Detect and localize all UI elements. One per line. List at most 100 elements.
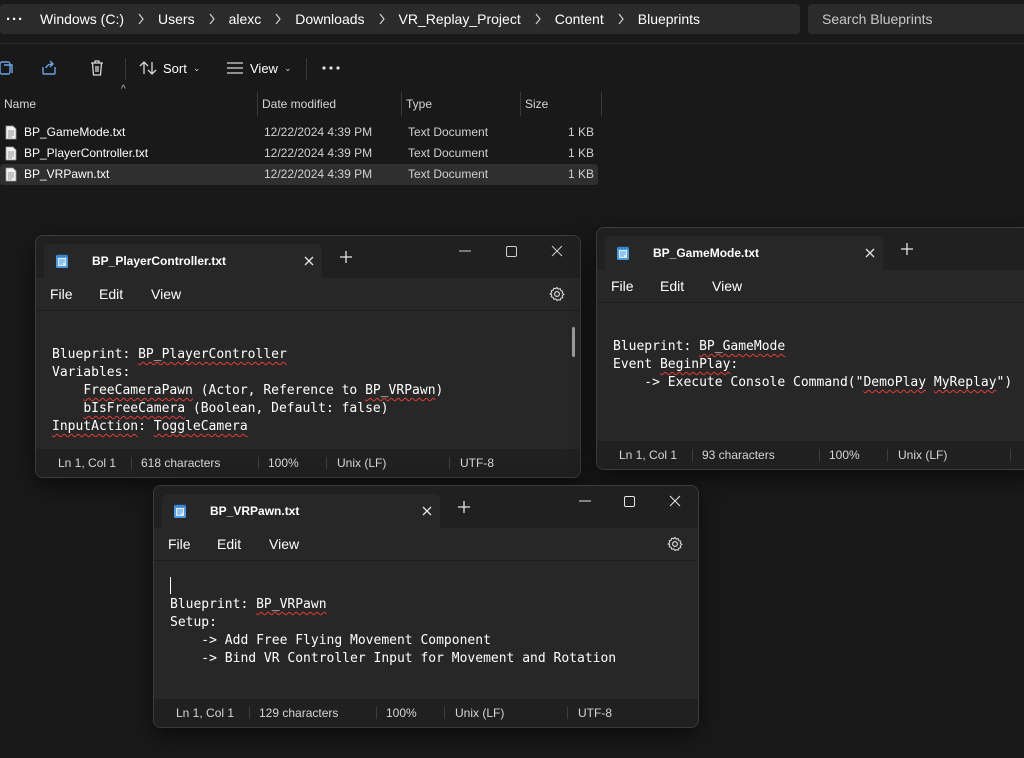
menu-file[interactable]: File	[50, 278, 73, 310]
status-bar: Ln 1, Col 1 618 characters 100% Unix (LF…	[36, 449, 580, 477]
editor-text: Blueprint: BP_PlayerController Variables:…	[52, 346, 443, 436]
new-tab-icon[interactable]	[900, 242, 916, 258]
file-size: 1 KB	[567, 167, 594, 181]
chevron-right-icon[interactable]	[375, 13, 389, 25]
close-icon[interactable]	[546, 242, 568, 260]
close-icon[interactable]	[664, 492, 686, 510]
view-icon	[227, 62, 243, 74]
file-name: BP_VRPawn.txt	[24, 167, 110, 181]
more-options-icon[interactable]	[316, 52, 346, 84]
status-divider	[449, 457, 450, 469]
sort-button[interactable]: Sort ⌄	[139, 52, 200, 84]
editor-line: -> Bind VR Controller Input for Movement…	[170, 651, 617, 666]
sort-icon	[139, 61, 157, 75]
status-divider	[887, 449, 888, 461]
breadcrumb-users[interactable]: Users	[148, 11, 205, 27]
column-size[interactable]: Size	[521, 92, 602, 116]
editor-line: InputAction: ToggleCamera	[52, 419, 248, 434]
file-row-selected[interactable]: BP_VRPawn.txt 12/22/2024 4:39 PM Text Do…	[0, 164, 598, 185]
tab-vrpawn[interactable]: BP_VRPawn.txt	[162, 494, 440, 528]
status-zoom[interactable]: 100%	[829, 441, 860, 469]
menu-view[interactable]: View	[151, 278, 181, 310]
breadcrumb-drive[interactable]: Windows (C:)	[30, 11, 134, 27]
maximize-icon[interactable]	[618, 492, 640, 510]
status-zoom[interactable]: 100%	[268, 449, 299, 477]
status-divider	[692, 449, 693, 461]
status-characters: 93 characters	[702, 448, 775, 462]
minimize-icon[interactable]	[574, 492, 596, 510]
status-zoom[interactable]: 100%	[386, 699, 417, 727]
menu-view[interactable]: View	[712, 270, 742, 302]
status-encoding[interactable]: UTF-8	[578, 699, 612, 727]
editor-line: Variables:	[52, 365, 131, 380]
status-line-ending[interactable]: Unix (LF)	[898, 441, 947, 469]
file-type: Text Document	[408, 146, 489, 160]
menu-edit[interactable]: Edit	[99, 278, 123, 310]
delete-icon[interactable]	[82, 52, 112, 84]
address-bar[interactable]: ··· Windows (C:) Users alexc Downloads V…	[0, 4, 800, 34]
status-position: Ln 1, Col 1	[619, 448, 678, 462]
breadcrumb-content[interactable]: Content	[545, 11, 614, 27]
chevron-right-icon[interactable]	[205, 13, 219, 25]
file-row[interactable]: BP_GameMode.txt 12/22/2024 4:39 PM Text …	[0, 122, 598, 143]
column-date-modified[interactable]: Date modified	[258, 92, 402, 116]
maximize-icon[interactable]	[500, 242, 522, 260]
file-date: 12/22/2024 4:39 PM	[264, 146, 373, 160]
chevron-right-icon[interactable]	[134, 13, 148, 25]
breadcrumb-user[interactable]: alexc	[219, 11, 272, 27]
breadcrumb-blueprints[interactable]: Blueprints	[628, 11, 710, 27]
notepad-icon	[54, 253, 70, 272]
breadcrumb-project[interactable]: VR_Replay_Project	[389, 11, 531, 27]
editor-line: Blueprint: BP_GameMode	[613, 339, 786, 354]
share-icon[interactable]	[34, 52, 64, 84]
title-bar[interactable]: BP_PlayerController.txt	[36, 236, 580, 278]
view-button[interactable]: View ⌄	[226, 52, 292, 84]
close-tab-icon[interactable]	[862, 245, 878, 261]
more-locations-icon[interactable]: ···	[0, 11, 30, 28]
status-divider	[258, 457, 259, 469]
tab-title: BP_GameMode.txt	[653, 246, 760, 260]
close-tab-icon[interactable]	[419, 503, 435, 519]
text-editor[interactable]: Blueprint: BP_VRPawn Setup: -> Add Free F…	[154, 560, 698, 701]
vertical-scrollbar[interactable]	[572, 327, 575, 357]
breadcrumb-downloads[interactable]: Downloads	[285, 11, 374, 27]
menu-view[interactable]: View	[269, 528, 299, 560]
status-divider	[326, 457, 327, 469]
status-divider	[444, 707, 445, 719]
editor-line: bIsFreeCamera (Boolean, Default: false)	[83, 401, 389, 416]
minimize-icon[interactable]	[454, 242, 476, 260]
menu-file[interactable]: File	[168, 528, 191, 560]
close-tab-icon[interactable]	[301, 253, 317, 269]
command-bar: Sort ⌄ View ⌄	[0, 52, 400, 84]
column-name[interactable]: Name	[0, 92, 258, 116]
menu-edit[interactable]: Edit	[660, 270, 684, 302]
tab-player-controller[interactable]: BP_PlayerController.txt	[44, 244, 322, 278]
settings-gear-icon[interactable]	[549, 286, 565, 302]
chevron-right-icon[interactable]	[531, 13, 545, 25]
status-line-ending[interactable]: Unix (LF)	[455, 699, 504, 727]
text-file-icon	[5, 146, 17, 164]
tab-gamemode[interactable]: BP_GameMode.txt	[605, 236, 883, 270]
column-type[interactable]: Type	[402, 92, 521, 116]
chevron-right-icon[interactable]	[271, 13, 285, 25]
status-divider	[567, 707, 568, 719]
menu-edit[interactable]: Edit	[217, 528, 241, 560]
title-bar[interactable]: BP_GameMode.txt	[597, 228, 1024, 270]
title-bar[interactable]: BP_VRPawn.txt	[154, 486, 698, 528]
menu-file[interactable]: File	[611, 270, 634, 302]
text-editor[interactable]: Blueprint: BP_PlayerController Variables:…	[36, 310, 580, 451]
status-bar: Ln 1, Col 1 93 characters 100% Unix (LF)	[597, 441, 1024, 469]
status-encoding[interactable]: UTF-8	[460, 449, 494, 477]
new-tab-icon[interactable]	[339, 250, 355, 266]
chevron-right-icon[interactable]	[614, 13, 628, 25]
share-icon-partial[interactable]	[0, 52, 22, 84]
search-input[interactable]: Search Blueprints	[808, 4, 1024, 34]
status-divider	[376, 707, 377, 719]
settings-gear-icon[interactable]	[667, 536, 683, 552]
status-divider	[1010, 449, 1011, 461]
new-tab-icon[interactable]	[457, 500, 473, 516]
text-editor[interactable]: Blueprint: BP_GameMode Event BeginPlay: -…	[597, 302, 1024, 443]
file-row[interactable]: BP_PlayerController.txt 12/22/2024 4:39 …	[0, 143, 598, 164]
status-position: Ln 1, Col 1	[176, 706, 235, 720]
status-line-ending[interactable]: Unix (LF)	[337, 449, 386, 477]
